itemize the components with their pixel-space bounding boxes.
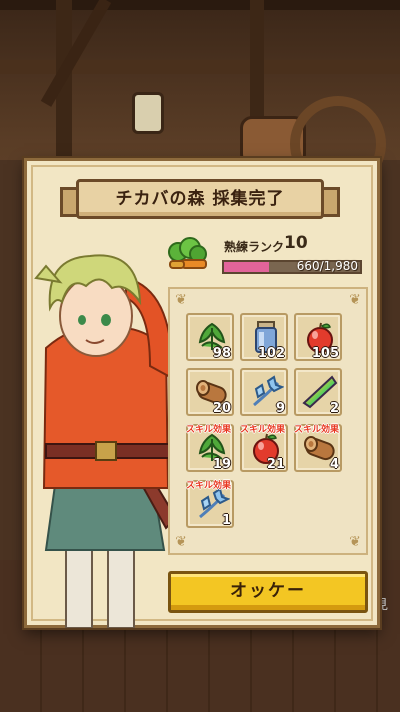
ornament-icon: ❦ xyxy=(349,292,361,308)
item-count: 20 xyxy=(212,401,231,416)
item-slot[interactable]: スキル効果 4 xyxy=(294,424,342,472)
dialog-title: チカバの森 採集完了 xyxy=(115,189,285,209)
title-banner: チカバの森 採集完了 xyxy=(60,173,340,225)
item-count: 21 xyxy=(266,457,285,472)
skill-bonus-label: スキル効果 xyxy=(240,425,286,435)
item-slot[interactable]: スキル効果 21 xyxy=(240,424,288,472)
item-slot[interactable]: 98 xyxy=(186,313,234,361)
item-slot[interactable]: 2 xyxy=(294,368,342,416)
rank-label: 熟練ランク xyxy=(224,240,285,254)
item-count: 4 xyxy=(329,457,339,472)
item-count: 2 xyxy=(329,401,339,416)
item-count: 19 xyxy=(212,457,231,472)
skill-bonus-label: スキル効果 xyxy=(186,481,232,491)
item-slot[interactable]: 9 xyxy=(240,368,288,416)
ornament-icon: ❦ xyxy=(175,534,187,550)
rank-value: 10 xyxy=(284,233,308,253)
item-count: 9 xyxy=(275,401,285,416)
ornament-icon: ❦ xyxy=(175,292,187,308)
item-slot[interactable]: スキル効果 19 xyxy=(186,424,234,472)
ornament-icon: ❦ xyxy=(349,534,361,550)
lamp-icon xyxy=(132,92,164,134)
ok-button[interactable]: オッケー xyxy=(168,571,368,613)
item-slot[interactable]: 20 xyxy=(186,368,234,416)
item-count: 102 xyxy=(257,346,285,361)
rank-exp-text: 660/1,980 xyxy=(296,259,358,273)
ceiling-brace xyxy=(40,0,112,107)
item-slot[interactable]: スキル効果 1 xyxy=(186,480,234,528)
hero-character xyxy=(34,254,178,628)
item-slot[interactable]: 105 xyxy=(294,313,342,361)
skill-bonus-label: スキル効果 xyxy=(186,425,232,435)
item-count: 105 xyxy=(311,346,339,361)
ok-button-label: オッケー xyxy=(230,581,306,601)
item-count: 98 xyxy=(212,346,231,361)
item-slot[interactable]: 102 xyxy=(240,313,288,361)
item-count: 1 xyxy=(221,513,231,528)
skill-bonus-label: スキル効果 xyxy=(294,425,340,435)
